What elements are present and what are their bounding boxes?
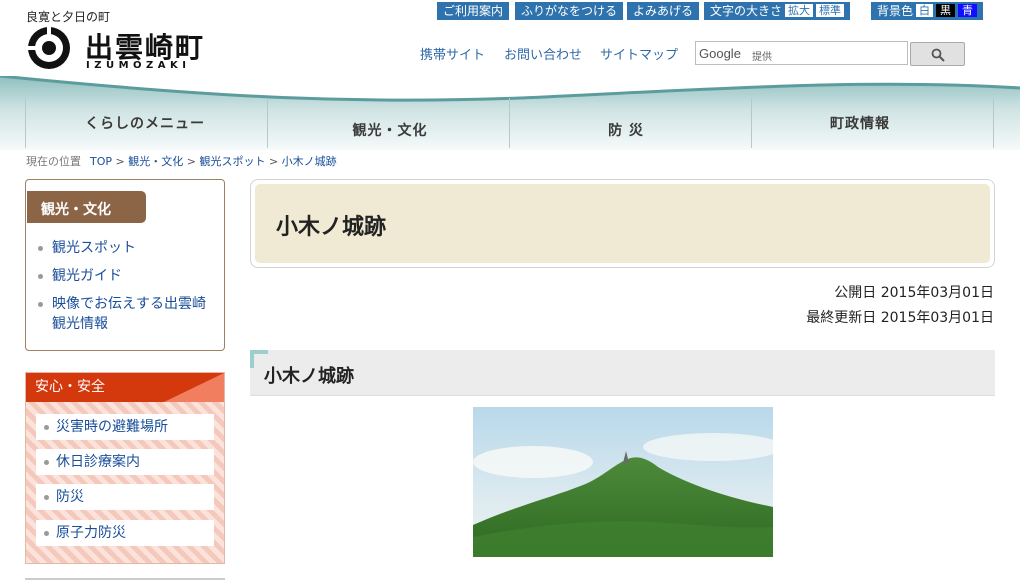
list-item: 原子力防災 — [36, 520, 214, 546]
breadcrumb: 現在の位置 TOP > 観光・文化 > 観光スポット > 小木ノ城跡 — [26, 153, 337, 169]
safety-link-nuclear[interactable]: 原子力防災 — [56, 525, 126, 541]
category-link[interactable]: 観光・文化 — [41, 199, 111, 219]
published-date: 公開日 2015年03月01日 — [834, 285, 994, 301]
safety-link-evacuation[interactable]: 災害時の避難場所 — [56, 419, 168, 435]
sidebar-link-guide[interactable]: 観光ガイド — [52, 268, 122, 284]
list-item: 災害時の避難場所 — [36, 414, 214, 440]
safety-link-disaster[interactable]: 防災 — [56, 489, 84, 505]
breadcrumb-separator: > — [186, 155, 196, 168]
list-item: 休日診療案内 — [36, 449, 214, 475]
category-link-list: 観光スポット 観光ガイド 映像でお伝えする出雲崎観光情報 — [38, 238, 208, 342]
text-size-label: 文字の大きさ — [710, 4, 783, 18]
breadcrumb-separator: > — [115, 155, 125, 168]
search-input[interactable]: Google 提供 — [695, 41, 908, 65]
contact-link[interactable]: お問い合わせ — [504, 44, 582, 63]
nav-tourism-culture[interactable]: 観光・文化 — [270, 100, 510, 146]
category-menu: 観光・文化 観光スポット 観光ガイド 映像でお伝えする出雲崎観光情報 — [25, 179, 225, 351]
site-header: 良寛と夕日の町 出雲崎町 IZUMOZAKI ご利用案内 ふりがなをつける よみ… — [0, 0, 1020, 78]
sidebar-link-spots[interactable]: 観光スポット — [52, 240, 136, 256]
town-logo-roman: IZUMOZAKI — [86, 60, 191, 71]
sitemap-link[interactable]: サイトマップ — [600, 44, 678, 63]
background-color-control: 背景色白黒青 — [871, 2, 984, 20]
nav-divider — [993, 98, 994, 148]
safety-box: 安心・安全 災害時の避難場所 休日診療案内 防災 原子力防災 — [25, 372, 225, 564]
breadcrumb-separator: > — [268, 155, 279, 168]
usage-guide-button[interactable]: ご利用案内 — [437, 2, 510, 20]
sidebar-link-video[interactable]: 映像でお伝えする出雲崎観光情報 — [52, 296, 206, 332]
category-tab: 観光・文化 — [27, 191, 146, 223]
mobile-site-link[interactable]: 携帯サイト — [420, 44, 485, 63]
bg-white-button[interactable]: 白 — [916, 4, 934, 17]
bg-black-button[interactable]: 黒 — [936, 4, 956, 17]
safety-heading-stripe — [164, 373, 224, 402]
nav-living-menu[interactable]: くらしのメニュー — [25, 100, 265, 146]
safety-heading: 安心・安全 — [26, 373, 224, 402]
safety-title: 安心・安全 — [35, 379, 105, 395]
nav-town-administration[interactable]: 町政情報 — [740, 100, 980, 146]
section-title: 小木ノ城跡 — [264, 366, 354, 387]
town-emblem-icon[interactable] — [26, 25, 72, 71]
list-item: 映像でお伝えする出雲崎観光情報 — [38, 294, 208, 334]
page-title-box: 小木ノ城跡 — [250, 179, 995, 268]
bg-color-label: 背景色 — [877, 4, 914, 18]
google-brand: Google — [699, 46, 741, 61]
safety-link-holiday-clinic[interactable]: 休日診療案内 — [56, 454, 140, 470]
nav-divider — [267, 98, 268, 148]
list-item: 観光スポット — [38, 238, 208, 258]
furigana-button[interactable]: ふりがなをつける — [515, 2, 624, 20]
town-slogan: 良寛と夕日の町 — [26, 10, 111, 24]
search-icon — [931, 48, 945, 62]
breadcrumb-current[interactable]: 小木ノ城跡 — [282, 155, 337, 168]
text-size-large-button[interactable]: 拡大 — [785, 4, 814, 17]
list-item: 観光ガイド — [38, 266, 208, 286]
breadcrumb-spots[interactable]: 観光スポット — [199, 155, 265, 168]
list-item: 防災 — [36, 484, 214, 510]
castle-ruins-photo — [473, 407, 773, 557]
nav-disaster-prevention[interactable]: 防 災 — [506, 100, 746, 146]
breadcrumb-top[interactable]: TOP — [90, 155, 112, 168]
updated-date: 最終更新日 2015年03月01日 — [806, 310, 994, 326]
text-size-normal-button[interactable]: 標準 — [816, 4, 845, 17]
breadcrumb-tourism[interactable]: 観光・文化 — [128, 155, 183, 168]
text-size-control: 文字の大きさ 拡大 標準 — [704, 2, 851, 20]
search-provided-by: 提供 — [752, 52, 772, 63]
search-button[interactable] — [910, 42, 965, 66]
page-dates: 公開日 2015年03月01日 最終更新日 2015年03月01日 — [806, 281, 994, 331]
breadcrumb-label: 現在の位置 — [26, 155, 81, 168]
section-heading: 小木ノ城跡 — [250, 350, 995, 396]
page-title: 小木ノ城跡 — [276, 215, 387, 240]
read-aloud-button[interactable]: よみあげる — [627, 2, 700, 20]
bg-blue-button[interactable]: 青 — [958, 4, 978, 17]
